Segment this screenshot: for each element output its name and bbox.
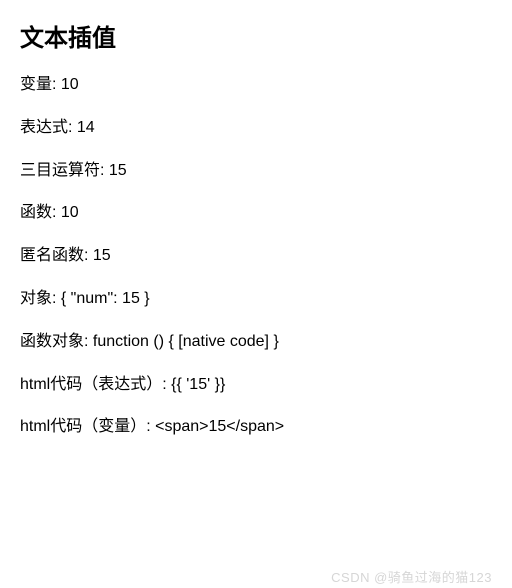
line-func-object: 函数对象: function () { [native code] } [20,332,492,353]
page-title: 文本插值 [20,18,492,53]
line-ternary: 三目运算符: 15 [20,161,492,182]
line-object: 对象: { "num": 15 } [20,289,492,310]
line-html-variable: html代码（变量）: <span>15</span> [20,417,492,438]
line-function: 函数: 10 [20,203,492,224]
line-variable: 变量: 10 [20,75,492,96]
watermark: CSDN @骑鱼过海的猫123 [331,567,492,586]
line-html-expression: html代码（表达式）: {{ '15' }} [20,375,492,396]
line-expression: 表达式: 14 [20,118,492,139]
line-anon-function: 匿名函数: 15 [20,246,492,267]
